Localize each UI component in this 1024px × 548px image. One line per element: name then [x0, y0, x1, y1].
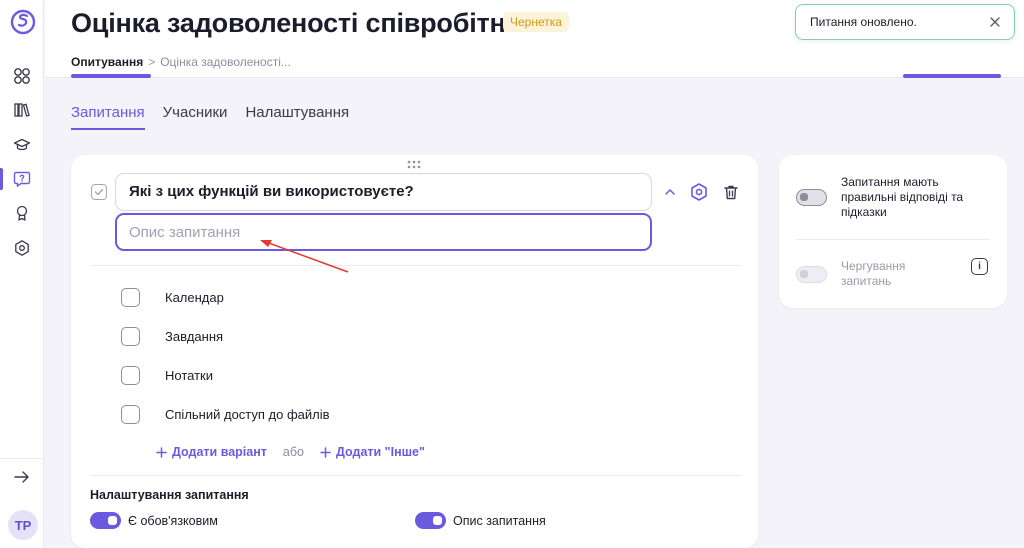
panel-divider	[796, 239, 990, 240]
hexagon-icon	[15, 240, 29, 256]
option-label[interactable]: Нотатки	[165, 368, 213, 383]
card-divider	[91, 265, 741, 266]
chevron-up-icon	[665, 189, 675, 195]
breadcrumb-separator: >	[148, 55, 156, 69]
option-checkbox[interactable]	[121, 365, 140, 385]
option-item: Календар	[121, 287, 224, 307]
or-separator: або	[282, 445, 304, 459]
correct-answers-toggle[interactable]	[796, 189, 827, 206]
sidebar-divider	[0, 458, 44, 459]
add-other-label: Додати "Інше"	[335, 445, 425, 459]
plus-icon	[320, 446, 331, 458]
award-icon	[16, 205, 28, 221]
shuffle-questions-toggle	[796, 266, 827, 283]
sidebar-active-indicator	[0, 168, 3, 190]
add-option-row: Додати варіант або Додати "Інше"	[156, 445, 425, 459]
required-toggle-row: Є обов'язковим	[90, 512, 218, 529]
breadcrumb: Опитування > Оцінка задоволеності...	[71, 55, 291, 69]
question-settings-title: Налаштування запитання	[90, 488, 249, 502]
question-type-checkbox-icon	[91, 184, 107, 200]
question-settings-button[interactable]	[688, 181, 710, 203]
option-checkbox[interactable]	[121, 404, 140, 424]
sidebar-item-dashboard[interactable]	[10, 64, 34, 88]
delete-question-button[interactable]	[720, 181, 742, 203]
description-toggle[interactable]	[415, 512, 446, 529]
library-icon	[14, 103, 30, 117]
shuffle-questions-label: Чергування запитань	[841, 259, 906, 288]
header-left-button-edge[interactable]	[71, 74, 151, 78]
option-item: Нотатки	[121, 365, 213, 385]
page-title: Оцінка задоволеності співробітн...	[71, 8, 528, 38]
header-right-button-edge[interactable]	[903, 74, 1001, 78]
option-label[interactable]: Календар	[165, 290, 224, 305]
plus-icon	[156, 446, 167, 458]
app-logo-icon[interactable]	[10, 9, 36, 35]
question-description-input[interactable]	[115, 213, 652, 251]
tab-settings[interactable]: Налаштування	[245, 104, 349, 130]
close-icon[interactable]	[988, 15, 1002, 29]
add-other-button[interactable]: Додати "Інше"	[320, 445, 425, 459]
collapse-button[interactable]	[659, 181, 681, 203]
graduation-cap-icon	[13, 138, 31, 151]
option-item: Спільний доступ до файлів	[121, 404, 330, 424]
card-divider	[91, 475, 741, 476]
user-avatar[interactable]: TP	[8, 510, 38, 540]
chat-question-icon	[13, 171, 31, 188]
breadcrumb-root-link[interactable]: Опитування	[71, 55, 143, 69]
survey-options-panel: Запитання мають правильні відповіді та п…	[779, 155, 1007, 308]
sidebar-item-learning[interactable]	[10, 133, 34, 157]
description-toggle-row: Опис запитання	[415, 512, 546, 529]
toast-notification: Питання оновлено.	[795, 4, 1015, 40]
required-toggle-label: Є обов'язковим	[128, 513, 218, 528]
sidebar-item-achievements[interactable]	[10, 201, 34, 225]
option-checkbox[interactable]	[121, 287, 140, 307]
question-title-field[interactable]: Які з цих функцій ви використовуєте?	[115, 173, 652, 211]
correct-answers-label: Запитання мають правильні відповіді та п…	[841, 175, 964, 219]
status-badge: Чернетка	[503, 12, 569, 32]
breadcrumb-current: Оцінка задоволеності...	[160, 55, 291, 69]
grid-icon	[14, 68, 30, 84]
sidebar-item-surveys[interactable]	[10, 167, 34, 191]
drag-handle-icon[interactable]	[407, 160, 421, 170]
tab-participants[interactable]: Учасники	[163, 104, 228, 130]
info-icon[interactable]: i	[971, 258, 988, 275]
option-checkbox[interactable]	[121, 326, 140, 346]
description-toggle-label: Опис запитання	[453, 513, 546, 528]
option-label[interactable]: Спільний доступ до файлів	[165, 407, 330, 422]
sidebar-item-settings[interactable]	[10, 236, 34, 260]
arrow-right-icon	[14, 471, 29, 483]
add-option-button[interactable]: Додати варіант	[156, 445, 267, 459]
question-card: Які з цих функцій ви використовуєте? Кал…	[71, 155, 758, 548]
required-toggle[interactable]	[90, 512, 121, 529]
sidebar-expand-button[interactable]	[10, 465, 34, 489]
toast-message: Питання оновлено.	[810, 15, 917, 29]
hexagon-gear-icon	[691, 183, 707, 201]
option-item: Завдання	[121, 326, 223, 346]
sidebar: TP	[0, 0, 44, 548]
trash-icon	[724, 185, 738, 200]
sidebar-item-library[interactable]	[10, 98, 34, 122]
tab-bar: Запитання Учасники Налаштування	[71, 104, 349, 130]
option-label[interactable]: Завдання	[165, 329, 223, 344]
add-option-label: Додати варіант	[172, 445, 267, 459]
tab-questions[interactable]: Запитання	[71, 104, 145, 130]
